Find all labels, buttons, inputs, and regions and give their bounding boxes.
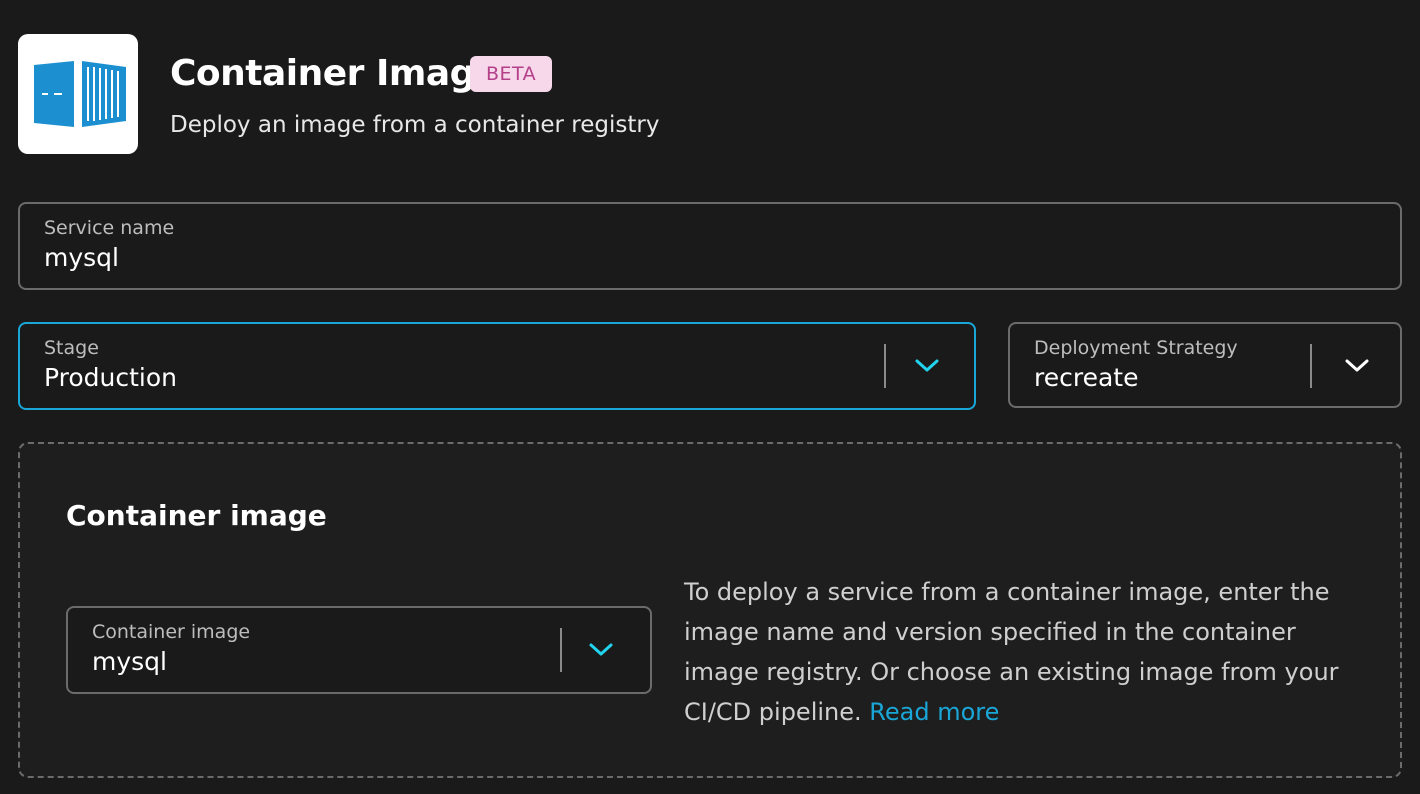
container-image-value: mysql [92,647,167,676]
container-image-label: Container image [92,621,251,643]
page-subtitle: Deploy an image from a container registr… [170,112,660,138]
service-name-label: Service name [44,217,175,239]
beta-badge: BETA [470,56,553,92]
chevron-down-icon[interactable] [912,354,942,378]
chevron-down-icon[interactable] [1342,354,1372,378]
deployment-strategy-value: recreate [1034,363,1139,392]
help-text-body: To deploy a service from a container ima… [684,578,1339,726]
stage-label: Stage [44,337,99,359]
service-name-field[interactable]: Service name mysql [18,202,1402,290]
chevron-down-icon[interactable] [586,638,616,662]
help-text: To deploy a service from a container ima… [684,572,1374,732]
container-image-panel: Container image Container image mysql To… [18,442,1402,778]
container-image-divider [560,628,562,672]
page-title: Container Image [170,53,499,94]
panel-title: Container image [66,499,327,532]
deployment-strategy-divider [1310,344,1312,388]
stage-divider [884,344,886,388]
shipping-container-icon [34,61,126,127]
container-logo [18,34,138,154]
service-name-value: mysql [44,243,119,272]
read-more-link[interactable]: Read more [869,698,999,726]
container-image-select[interactable]: Container image mysql [66,606,652,694]
deployment-strategy-label: Deployment Strategy [1034,337,1238,359]
stage-select[interactable]: Stage Production [18,322,976,410]
stage-value: Production [44,363,178,392]
deployment-strategy-select[interactable]: Deployment Strategy recreate [1008,322,1402,408]
